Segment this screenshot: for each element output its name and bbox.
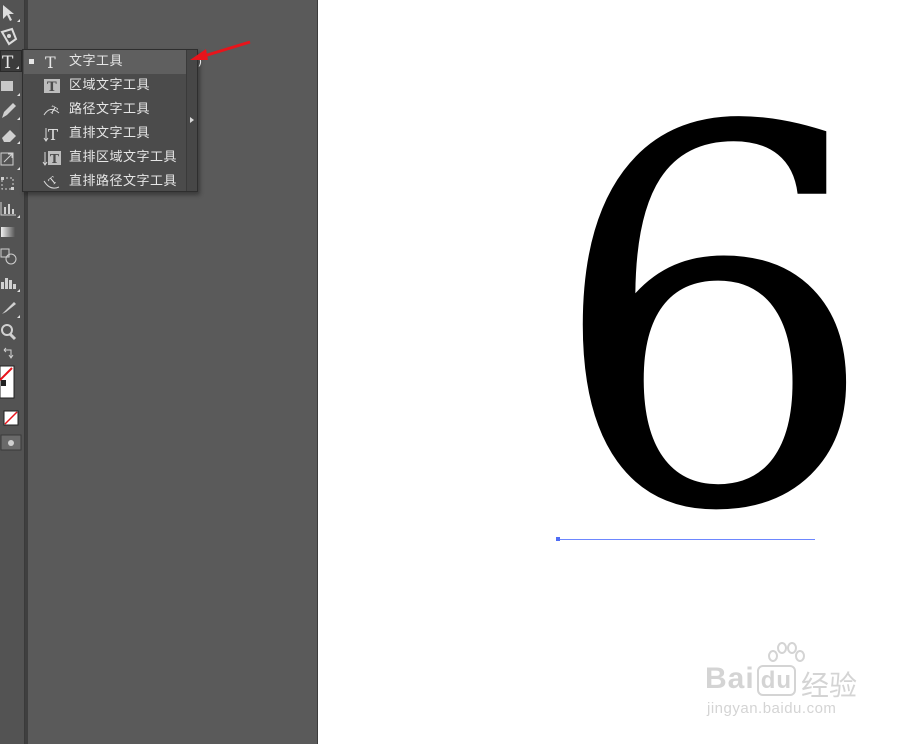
rectangle-tool[interactable]: [0, 76, 22, 98]
none-color-icon: [3, 410, 19, 426]
gradient-tool[interactable]: [0, 222, 22, 244]
fill-stroke-swatch[interactable]: [0, 364, 22, 400]
watermark-url: jingyan.baidu.com: [707, 700, 837, 717]
menu-item-label: 直排区域文字工具: [69, 150, 178, 165]
vertical-type-on-path-icon: T: [43, 175, 60, 189]
flyout-tearoff-button[interactable]: [186, 50, 197, 191]
swap-fill-stroke-button[interactable]: [0, 346, 22, 362]
pen-tool[interactable]: [0, 26, 22, 48]
svg-text:T: T: [47, 175, 59, 188]
type-t-icon: T: [45, 53, 56, 71]
type-tool[interactable]: T: [0, 50, 22, 73]
pencil-tool[interactable]: [0, 100, 22, 122]
type-t-icon: T: [2, 53, 14, 73]
type-on-path-icon: T: [43, 105, 60, 118]
fill-stroke-icon: [0, 365, 15, 399]
free-transform-icon: [1, 177, 14, 190]
magnifier-icon: [1, 324, 17, 341]
text-anchor-point[interactable]: [556, 537, 560, 541]
gradient-icon: [1, 227, 15, 237]
screen-mode-button[interactable]: [0, 434, 22, 452]
menu-item-vertical-area-type-tool[interactable]: T 直排区域文字工具: [24, 146, 188, 170]
selection-tool[interactable]: [0, 2, 22, 24]
menu-item-vertical-type-tool[interactable]: T 直排文字工具: [24, 122, 188, 146]
text-baseline: [558, 539, 815, 540]
svg-text:T: T: [45, 53, 56, 71]
eraser-tool[interactable]: [0, 124, 22, 146]
tearoff-arrow-icon: [190, 117, 194, 123]
menu-item-label: 文字工具: [69, 54, 124, 69]
shape-builder-tool[interactable]: [0, 246, 22, 268]
menu-item-label: 区域文字工具: [69, 78, 151, 93]
svg-text:T: T: [2, 53, 14, 73]
svg-text:T: T: [50, 152, 59, 166]
vertical-area-type-icon: T: [42, 151, 61, 166]
baidu-jingyan-watermark: Bai du 经验 jingyan.baidu.com: [705, 640, 875, 724]
annotation-arrow-icon: [190, 40, 251, 60]
screen-mode-icon: [0, 434, 22, 451]
menu-item-type-tool[interactable]: T 文字工具 (T): [24, 50, 202, 74]
free-transform-tool[interactable]: [0, 174, 22, 196]
scale-tool[interactable]: [0, 150, 22, 172]
area-type-icon: T: [44, 79, 60, 95]
watermark-name: 经验: [801, 670, 858, 701]
svg-text:T: T: [47, 80, 57, 95]
swap-arrows-icon: [3, 347, 14, 359]
slice-tool[interactable]: [0, 298, 22, 320]
selected-bullet: [29, 59, 34, 64]
menu-item-label: 路径文字工具: [69, 102, 151, 117]
vertical-type-icon: T: [43, 126, 58, 143]
watermark-brand: Bai du: [705, 662, 797, 696]
menu-item-vertical-type-on-path-tool[interactable]: T 直排路径文字工具: [24, 170, 188, 194]
shape-builder-icon: [0, 248, 17, 265]
pen-nib-icon: [0, 27, 18, 46]
none-color-button[interactable]: [0, 408, 22, 428]
svg-text:T: T: [48, 126, 58, 143]
menu-item-type-on-path-tool[interactable]: T 路径文字工具: [24, 98, 188, 122]
menu-item-label: 直排路径文字工具: [69, 174, 178, 189]
bar-graph-tool[interactable]: [0, 272, 22, 294]
type-tool-flyout-menu: T 文字工具 (T) T 区域文字工具 T 路径文字工具 T 直排文字工具 T …: [22, 49, 202, 194]
menu-item-label: 直排文字工具: [69, 126, 151, 141]
zoom-tool[interactable]: [0, 322, 22, 344]
graph-tool[interactable]: [0, 198, 22, 220]
canvas-text-object[interactable]: 6: [548, 62, 879, 582]
menu-item-area-type-tool[interactable]: T 区域文字工具: [24, 74, 188, 98]
